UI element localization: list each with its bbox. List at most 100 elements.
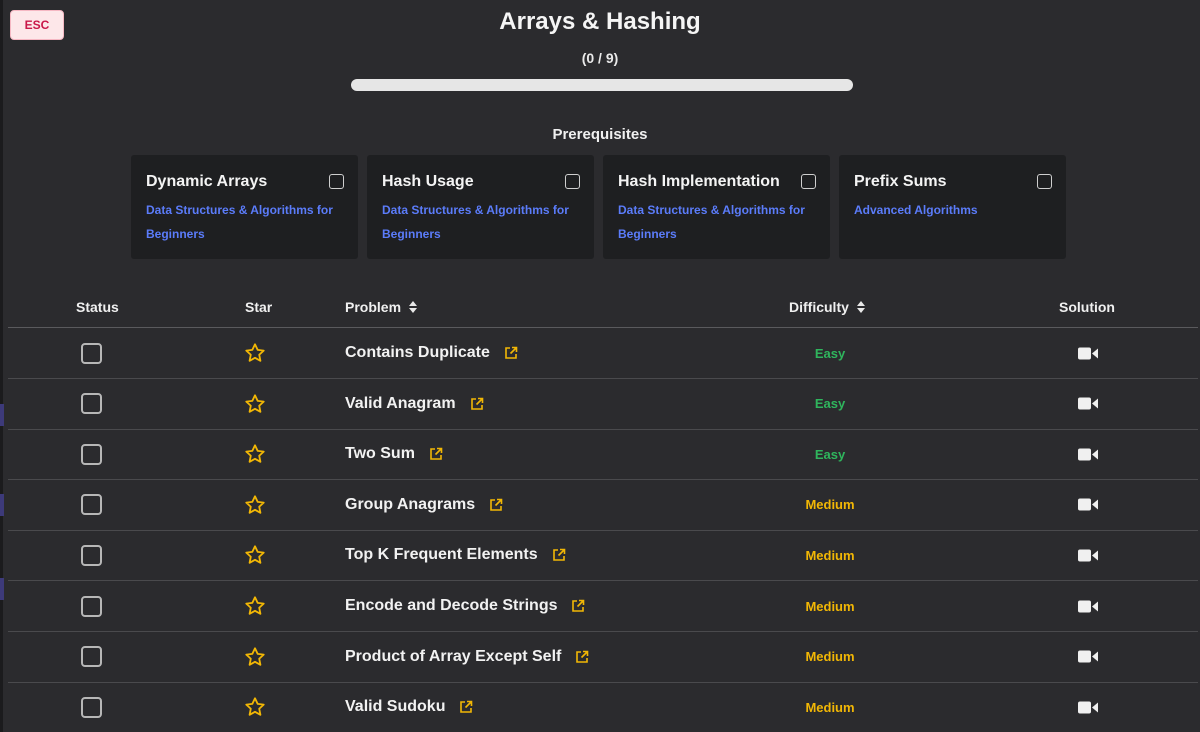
star-outline-icon[interactable] bbox=[244, 544, 266, 566]
star-outline-icon[interactable] bbox=[244, 646, 266, 668]
solution-cell bbox=[1078, 581, 1098, 631]
star-cell bbox=[244, 632, 266, 682]
neetcode-topic-modal: ESC Arrays & Hashing (0 / 9) Prerequisit… bbox=[0, 0, 1200, 732]
column-status: Status bbox=[76, 299, 119, 315]
sort-icon[interactable] bbox=[409, 301, 418, 313]
star-outline-icon[interactable] bbox=[244, 342, 266, 364]
star-outline-icon[interactable] bbox=[244, 443, 266, 465]
status-checkbox[interactable] bbox=[81, 443, 102, 465]
video-camera-icon[interactable] bbox=[1078, 549, 1098, 562]
prereq-checkbox[interactable] bbox=[1037, 174, 1052, 189]
prereq-title: Prefix Sums bbox=[854, 173, 947, 190]
status-checkbox[interactable] bbox=[81, 646, 102, 668]
prereq-card[interactable]: Prefix Sums Advanced Algorithms bbox=[839, 155, 1066, 259]
star-cell bbox=[244, 328, 266, 378]
prereq-course-link[interactable]: Data Structures & Algorithms for Beginne… bbox=[382, 198, 582, 246]
solution-cell bbox=[1078, 632, 1098, 682]
problem-link[interactable]: Two Sum bbox=[345, 445, 415, 463]
problem-link[interactable]: Product of Array Except Self bbox=[345, 648, 561, 666]
star-cell bbox=[244, 429, 266, 479]
table-row: Product of Array Except Self Medium bbox=[8, 632, 1198, 683]
video-camera-icon[interactable] bbox=[1078, 650, 1098, 663]
solution-cell bbox=[1078, 530, 1098, 580]
prereq-course-link[interactable]: Data Structures & Algorithms for Beginne… bbox=[146, 198, 346, 246]
left-edge bbox=[0, 0, 3, 732]
prereq-card[interactable]: Hash Usage Data Structures & Algorithms … bbox=[367, 155, 594, 259]
problem-cell: Product of Array Except Self bbox=[345, 632, 589, 682]
column-solution-label: Solution bbox=[1059, 299, 1115, 315]
external-link-icon[interactable] bbox=[571, 599, 585, 613]
prereq-card[interactable]: Hash Implementation Data Structures & Al… bbox=[603, 155, 830, 259]
solution-cell bbox=[1078, 328, 1098, 378]
problem-link[interactable]: Encode and Decode Strings bbox=[345, 597, 557, 615]
problem-link[interactable]: Contains Duplicate bbox=[345, 344, 490, 362]
star-outline-icon[interactable] bbox=[244, 696, 266, 718]
star-cell bbox=[244, 379, 266, 429]
external-link-icon[interactable] bbox=[459, 700, 473, 714]
external-link-icon[interactable] bbox=[504, 346, 518, 360]
video-camera-icon[interactable] bbox=[1078, 600, 1098, 613]
prereq-checkbox[interactable] bbox=[329, 174, 344, 189]
difficulty-label: Easy bbox=[814, 345, 846, 361]
prereq-checkbox[interactable] bbox=[565, 174, 580, 189]
problem-table-header: Status Star Problem Difficulty Solution bbox=[8, 296, 1198, 328]
video-camera-icon[interactable] bbox=[1078, 448, 1098, 461]
column-solution: Solution bbox=[1059, 299, 1115, 315]
table-row: Contains Duplicate Easy bbox=[8, 328, 1198, 379]
prereq-card[interactable]: Dynamic Arrays Data Structures & Algorit… bbox=[131, 155, 358, 259]
solution-cell bbox=[1078, 429, 1098, 479]
column-star-label: Star bbox=[245, 299, 273, 315]
prereq-course-link[interactable]: Data Structures & Algorithms for Beginne… bbox=[618, 198, 818, 246]
prereq-checkbox[interactable] bbox=[801, 174, 816, 189]
external-link-icon[interactable] bbox=[552, 548, 566, 562]
external-link-icon[interactable] bbox=[470, 397, 484, 411]
status-checkbox[interactable] bbox=[81, 494, 102, 516]
status-checkbox[interactable] bbox=[81, 342, 102, 364]
sort-icon[interactable] bbox=[856, 301, 865, 313]
problem-cell: Group Anagrams bbox=[345, 480, 503, 530]
status-cell bbox=[81, 581, 102, 631]
star-outline-icon[interactable] bbox=[244, 393, 266, 415]
solution-cell bbox=[1078, 682, 1098, 732]
difficulty-label: Medium bbox=[805, 598, 855, 614]
problem-cell: Top K Frequent Elements bbox=[345, 530, 566, 580]
solution-cell bbox=[1078, 480, 1098, 530]
star-cell bbox=[244, 480, 266, 530]
edge-mark bbox=[0, 578, 4, 600]
star-outline-icon[interactable] bbox=[244, 595, 266, 617]
star-cell bbox=[244, 530, 266, 580]
problem-cell: Two Sum bbox=[345, 429, 443, 479]
status-checkbox[interactable] bbox=[81, 696, 102, 718]
star-cell bbox=[244, 581, 266, 631]
status-checkbox[interactable] bbox=[81, 393, 102, 415]
prerequisites-heading: Prerequisites bbox=[552, 126, 648, 143]
table-row: Encode and Decode Strings Medium bbox=[8, 581, 1198, 632]
progress-count: (0 / 9) bbox=[581, 50, 619, 66]
difficulty-label: Medium bbox=[805, 547, 855, 563]
video-camera-icon[interactable] bbox=[1078, 347, 1098, 360]
status-checkbox[interactable] bbox=[81, 595, 102, 617]
video-camera-icon[interactable] bbox=[1078, 498, 1098, 511]
problem-link[interactable]: Group Anagrams bbox=[345, 496, 475, 514]
status-cell bbox=[81, 429, 102, 479]
star-outline-icon[interactable] bbox=[244, 494, 266, 516]
video-camera-icon[interactable] bbox=[1078, 701, 1098, 714]
status-cell bbox=[81, 480, 102, 530]
external-link-icon[interactable] bbox=[429, 447, 443, 461]
external-link-icon[interactable] bbox=[489, 498, 503, 512]
edge-mark bbox=[0, 494, 4, 516]
edge-mark bbox=[0, 404, 4, 426]
external-link-icon[interactable] bbox=[575, 650, 589, 664]
prereq-course-link[interactable]: Advanced Algorithms bbox=[854, 198, 1054, 222]
status-checkbox[interactable] bbox=[81, 544, 102, 566]
column-problem-sort[interactable]: Problem bbox=[345, 299, 418, 315]
video-camera-icon[interactable] bbox=[1078, 397, 1098, 410]
problem-link[interactable]: Top K Frequent Elements bbox=[345, 546, 538, 564]
problem-link[interactable]: Valid Sudoku bbox=[345, 698, 445, 716]
problem-cell: Valid Anagram bbox=[345, 379, 484, 429]
column-difficulty-sort[interactable]: Difficulty bbox=[789, 299, 865, 315]
table-row: Two Sum Easy bbox=[8, 429, 1198, 481]
problem-link[interactable]: Valid Anagram bbox=[345, 395, 456, 413]
star-cell bbox=[244, 682, 266, 732]
status-cell bbox=[81, 682, 102, 732]
